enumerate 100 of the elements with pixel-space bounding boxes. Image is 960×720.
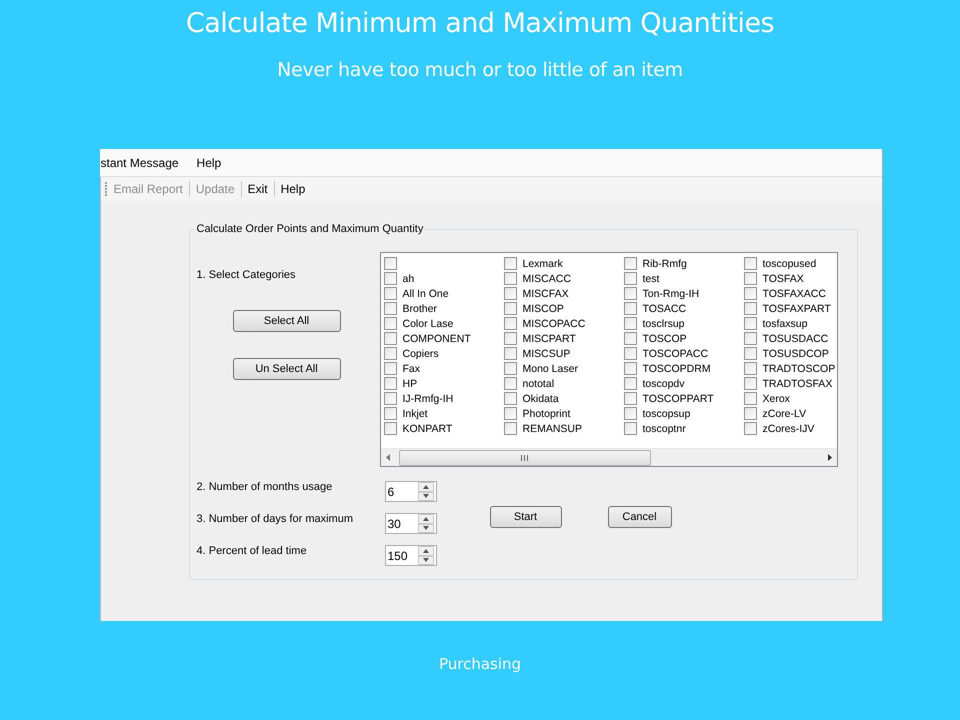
checkbox[interactable] [624, 422, 636, 435]
category-label: Brother [402, 302, 437, 314]
checkbox[interactable] [744, 407, 756, 420]
checkbox[interactable] [504, 362, 516, 375]
checkbox[interactable] [384, 422, 396, 435]
checkbox[interactable] [384, 362, 396, 375]
checkbox[interactable] [504, 407, 516, 420]
checkbox[interactable] [384, 302, 396, 315]
checkbox[interactable] [624, 392, 636, 405]
category-label: TOSCOPDRM [642, 362, 711, 374]
setting-label: 4. Percent of lead time [196, 544, 308, 556]
slide-title: Calculate Minimum and Maximum Quantities [186, 8, 774, 39]
checkbox[interactable] [384, 287, 396, 300]
category-label: TOSUSDCOP [762, 348, 829, 360]
category-label: toscopdv [642, 378, 685, 390]
category-label: zCores-IJV [762, 422, 814, 434]
checkbox[interactable] [744, 332, 756, 345]
category-label: Copiers [402, 348, 439, 360]
unselect-all-button[interactable]: Un Select All [232, 358, 340, 380]
cancel-button[interactable]: Cancel [608, 506, 672, 528]
checkbox[interactable] [624, 377, 636, 390]
menu-item[interactable]: Help [196, 156, 222, 170]
checkbox[interactable] [504, 392, 516, 405]
checkbox[interactable] [624, 362, 636, 375]
checkbox[interactable] [744, 422, 756, 435]
checkbox[interactable] [504, 377, 516, 390]
slide-subtitle: Never have too much or too little of an item [277, 59, 683, 81]
start-button[interactable]: Start [490, 506, 562, 528]
category-label: tosfaxsup [762, 318, 808, 330]
category-label: zCore-LV [762, 408, 806, 420]
select-all-button[interactable]: Select All [232, 310, 340, 332]
checkbox[interactable] [744, 257, 756, 270]
checkbox[interactable] [504, 257, 516, 270]
checkbox[interactable] [504, 272, 516, 285]
checkbox[interactable] [744, 392, 756, 405]
checkbox[interactable] [384, 332, 396, 345]
checkbox[interactable] [624, 302, 636, 315]
category-label: Inkjet [402, 408, 428, 420]
category-label: Okidata [522, 392, 559, 404]
checkbox[interactable] [504, 317, 516, 330]
checkbox[interactable] [744, 362, 756, 375]
checkbox[interactable] [624, 257, 636, 270]
setting-label: 3. Number of days for maximum [196, 512, 354, 524]
category-label: Rib-Rmfg [642, 258, 687, 270]
checkbox[interactable] [384, 377, 396, 390]
category-label: MISCOPACC [522, 318, 586, 330]
category-label: Ton-Rmg-IH [642, 288, 700, 300]
category-label: nototal [522, 378, 554, 390]
checkbox[interactable] [624, 347, 636, 360]
checkbox[interactable] [624, 287, 636, 300]
category-label: toscopused [762, 258, 816, 270]
toolbar-item[interactable]: Help [274, 182, 312, 196]
category-label: MISCOP [522, 302, 564, 314]
grip-icon [521, 454, 528, 460]
category-label: MISCACC [522, 272, 571, 284]
checkbox[interactable] [504, 347, 516, 360]
checkbox[interactable] [504, 302, 516, 315]
checkbox[interactable] [744, 272, 756, 285]
category-label: TOSCOPPART [642, 392, 714, 404]
group-title: Calculate Order Points and Maximum Quantity [194, 223, 426, 235]
category-label: TOSACC [642, 302, 686, 314]
checkbox[interactable] [624, 407, 636, 420]
checkbox[interactable] [744, 302, 756, 315]
checkbox[interactable] [744, 317, 756, 330]
step-label: 1. Select Categories [196, 269, 297, 281]
category-label: Lexmark [522, 258, 563, 270]
checkbox[interactable] [744, 287, 756, 300]
grip-icon [104, 182, 108, 196]
category-label: Fax [402, 362, 420, 374]
category-label: Color Lase [402, 318, 454, 330]
scrollbar-thumb[interactable] [398, 450, 650, 466]
checkbox[interactable] [384, 272, 396, 285]
checkbox[interactable] [504, 287, 516, 300]
checkbox[interactable] [624, 272, 636, 285]
checkbox[interactable] [624, 332, 636, 345]
checkbox[interactable] [744, 377, 756, 390]
horizontal-scrollbar[interactable] [380, 448, 836, 466]
category-label: All In One [402, 288, 449, 300]
category-label: TOSCOPACC [642, 348, 708, 360]
category-label: Xerox [762, 392, 790, 404]
setting-label: 2. Number of months usage [196, 480, 334, 492]
left-arrow-icon [386, 454, 390, 461]
checkbox[interactable] [384, 347, 396, 360]
category-label: Photoprint [522, 408, 570, 420]
category-label: test [642, 272, 660, 284]
category-label: ah [402, 272, 414, 284]
category-label: MISCPART [522, 332, 576, 344]
checkbox[interactable] [744, 347, 756, 360]
category-label: COMPONENT [402, 332, 471, 344]
checkbox[interactable] [384, 257, 396, 270]
toolbar-item[interactable]: Exit [242, 182, 274, 196]
category-label: IJ-Rmfg-IH [402, 392, 454, 404]
checkbox[interactable] [504, 332, 516, 345]
checkbox[interactable] [504, 422, 516, 435]
category-label: toscopsup [642, 408, 690, 420]
checkbox[interactable] [624, 317, 636, 330]
menu-item[interactable]: stant Message [100, 156, 179, 170]
checkbox[interactable] [384, 407, 396, 420]
checkbox[interactable] [384, 317, 396, 330]
checkbox[interactable] [384, 392, 396, 405]
